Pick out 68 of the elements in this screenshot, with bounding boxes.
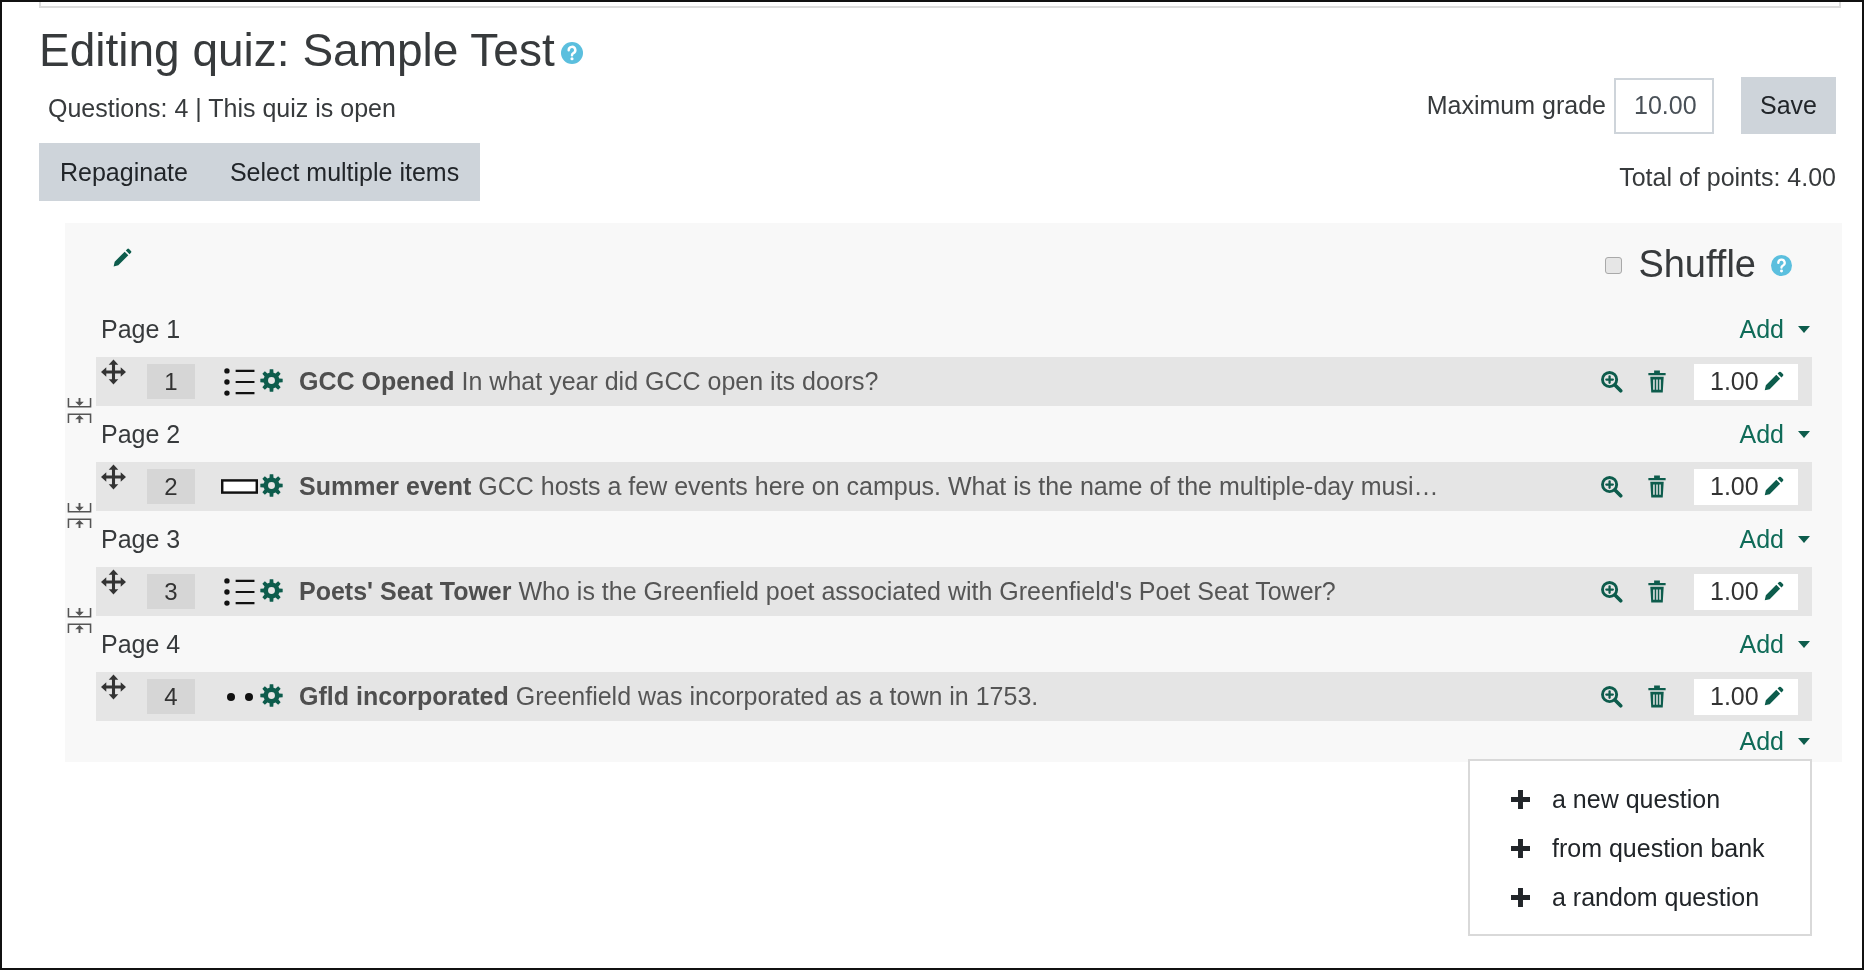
gear-icon[interactable] <box>260 683 283 707</box>
question-text: GCC hosts a few events here on campus. What is the name of the multiple-day musi… <box>478 472 1439 501</box>
question-name: Gfld incorporated <box>299 682 509 711</box>
page-label: Page 1 <box>101 314 181 344</box>
pencil-icon[interactable] <box>111 248 132 269</box>
question-text: Who is the Greenfield poet associated with Greenfield's Poet Seat Tower? <box>518 577 1336 606</box>
caret-icon <box>1798 430 1810 438</box>
caret-icon <box>1798 738 1810 745</box>
page-label: Page 2 <box>101 419 181 449</box>
total-points: Total of points: 4.00 <box>1619 162 1836 192</box>
add-link[interactable]: Add <box>1739 524 1810 554</box>
trash-icon[interactable] <box>1647 580 1667 603</box>
menu-item[interactable]: a random question <box>1470 873 1810 922</box>
trash-icon[interactable] <box>1647 370 1667 393</box>
shuffle-checkbox[interactable] <box>1605 256 1623 274</box>
quiz-summary: Questions: 4 | This quiz is open <box>48 93 396 123</box>
grade-label: Maximum grade <box>1426 91 1606 120</box>
page-title: Editing quiz: Sample Test <box>39 23 555 78</box>
trash-icon[interactable] <box>1647 685 1667 708</box>
move-icon[interactable] <box>101 569 126 595</box>
mark-value: 1.00 <box>1710 577 1759 606</box>
question-number: 4 <box>147 679 195 714</box>
page-label: Page 4 <box>101 629 181 659</box>
question-name: GCC Opened <box>299 367 455 396</box>
gear-icon[interactable] <box>260 578 283 602</box>
add-link[interactable]: Add <box>1739 314 1810 344</box>
mark-value: 1.00 <box>1710 367 1759 396</box>
question-text: In what year did GCC open its doors? <box>461 367 879 396</box>
grade-input[interactable]: 10.00 <box>1614 77 1714 134</box>
plus-icon <box>1511 888 1530 907</box>
join-arrows-icon[interactable] <box>67 397 92 424</box>
zoom-in-icon[interactable] <box>1600 475 1623 498</box>
question-text: Greenfield was incorporated as a town in 1753. <box>515 682 1039 711</box>
question-number: 1 <box>147 364 195 399</box>
plus-icon <box>1511 790 1530 809</box>
gear-icon[interactable] <box>260 368 283 392</box>
move-icon[interactable] <box>101 359 126 385</box>
join-arrows-icon[interactable] <box>67 502 92 529</box>
add-link[interactable]: Add <box>1739 629 1810 659</box>
page-label: Page 3 <box>101 524 181 554</box>
zoom-in-icon[interactable] <box>1600 685 1623 708</box>
caret-icon <box>1798 325 1810 333</box>
shuffle-label: Shuffle <box>1638 242 1756 287</box>
menu-item[interactable]: a new question <box>1470 775 1810 824</box>
zoom-in-icon[interactable] <box>1600 580 1623 603</box>
question-name: Poets' Seat Tower <box>299 577 512 606</box>
question-name: Summer event <box>299 472 472 501</box>
add-link[interactable]: Add <box>1739 727 1810 756</box>
menu-item[interactable]: from question bank <box>1470 824 1810 873</box>
mark-value: 1.00 <box>1710 472 1759 501</box>
list-icon <box>224 367 255 396</box>
join-arrows-icon[interactable] <box>67 607 92 634</box>
save-button[interactable]: Save <box>1741 77 1836 134</box>
zoom-in-icon[interactable] <box>1600 370 1623 393</box>
list-icon <box>224 577 255 606</box>
plus-icon <box>1511 839 1530 858</box>
two-dots-icon <box>226 692 253 701</box>
rectangle-icon <box>221 479 258 494</box>
gear-icon[interactable] <box>260 473 283 497</box>
caret-icon <box>1798 640 1810 648</box>
mark-value: 1.00 <box>1710 682 1759 711</box>
trash-icon[interactable] <box>1647 475 1667 498</box>
question-number: 2 <box>147 469 195 504</box>
question-number: 3 <box>147 574 195 609</box>
add-link[interactable]: Add <box>1739 419 1810 449</box>
move-icon[interactable] <box>101 464 126 490</box>
caret-icon <box>1798 535 1810 543</box>
move-icon[interactable] <box>101 674 126 700</box>
